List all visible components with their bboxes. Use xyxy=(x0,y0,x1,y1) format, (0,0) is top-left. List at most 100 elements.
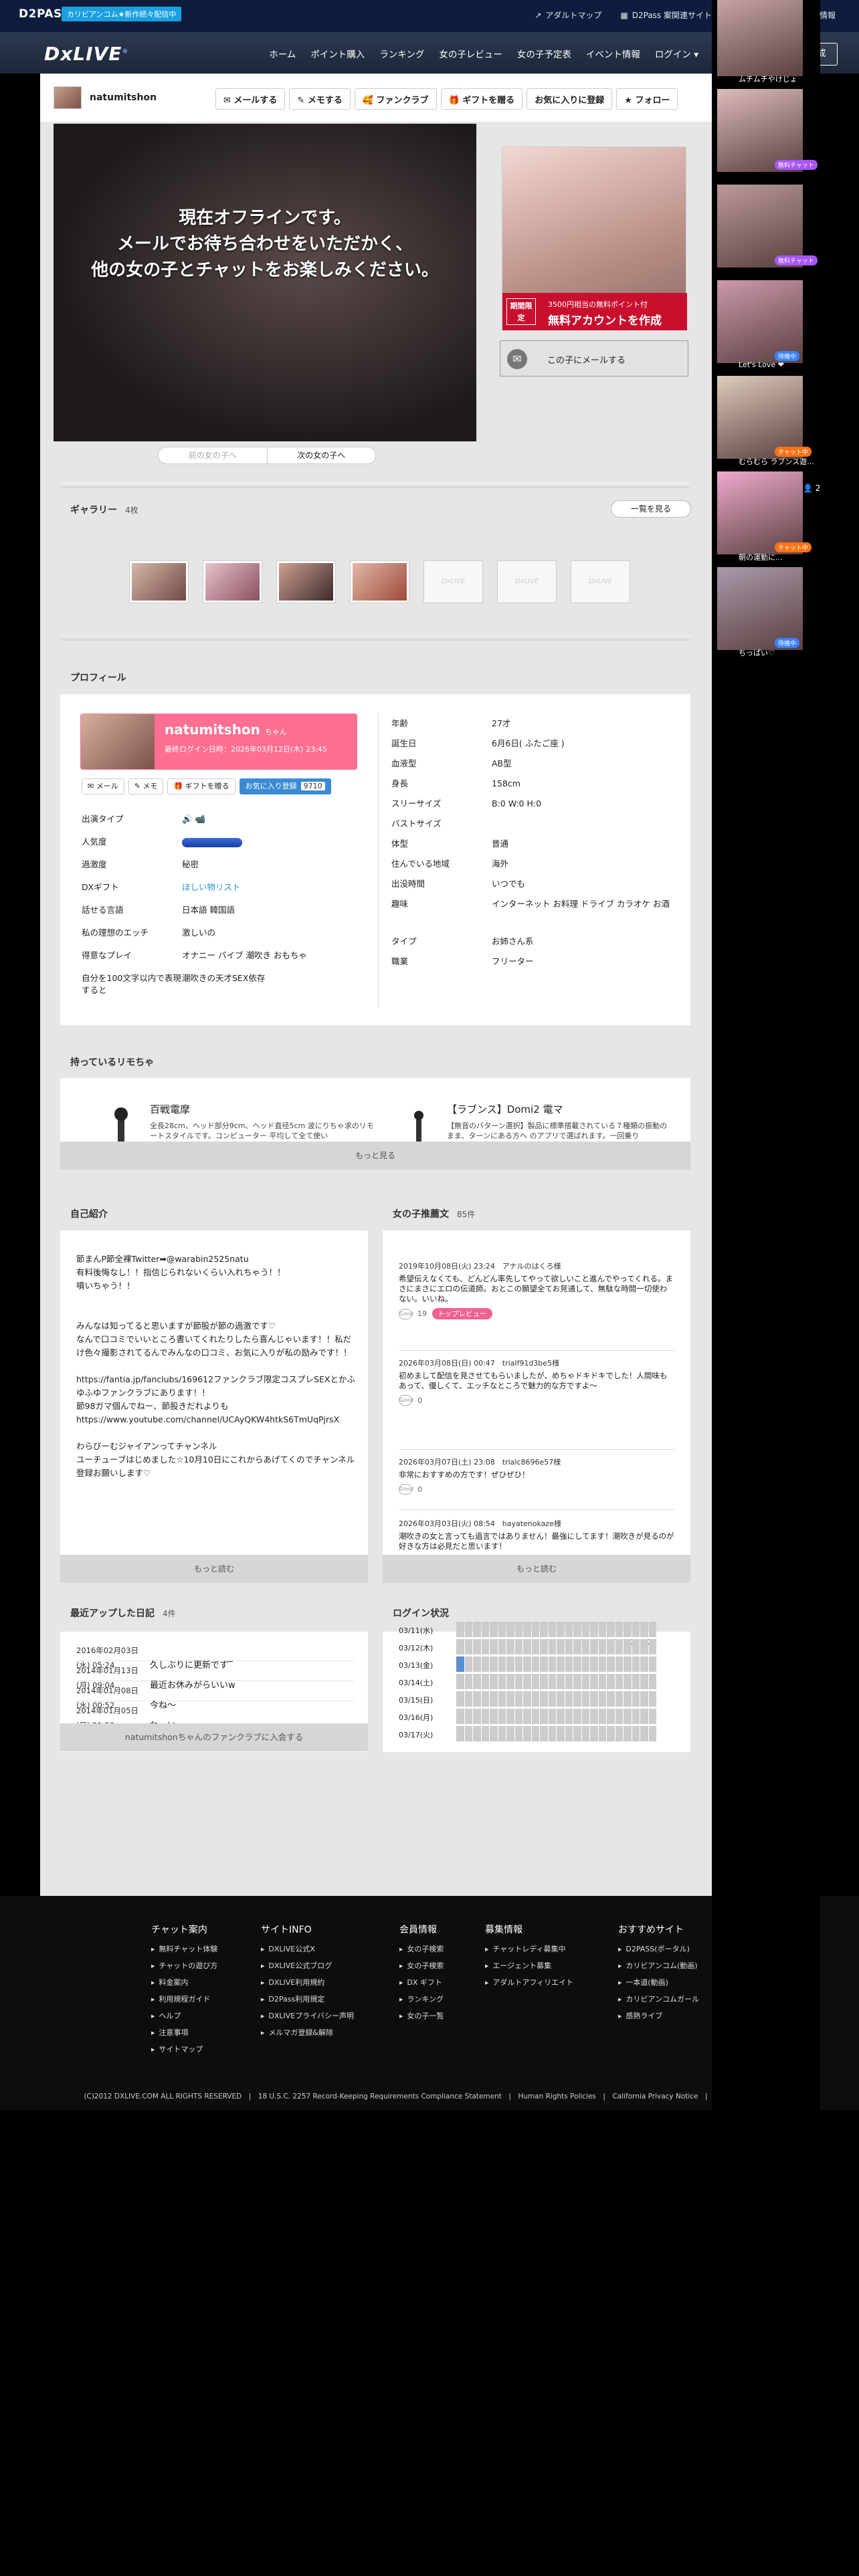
footer-link[interactable]: 感熱ライブ xyxy=(618,2008,699,2025)
reviews-more-button[interactable]: もっと読む xyxy=(383,1555,690,1583)
nav-events[interactable]: イベント情報 xyxy=(586,47,640,60)
fanclub-button[interactable]: 🥰 ファンクラブ xyxy=(354,88,437,110)
next-performer-button[interactable]: 次の女の子へ xyxy=(268,447,376,463)
nav-home[interactable]: ホーム xyxy=(269,47,296,60)
login-cell xyxy=(473,1726,481,1741)
like-icon[interactable]: Good xyxy=(399,1395,413,1406)
footer-link[interactable]: DXLIVEプライバシー声明 xyxy=(261,2008,354,2025)
login-cell xyxy=(506,1691,514,1707)
related-sites-link[interactable]: ▦ D2Pass 案関連サイト xyxy=(620,9,712,21)
footer-link[interactable]: 無料チャット体験 xyxy=(151,1941,217,1958)
footer-link[interactable]: チャットの遊び方 xyxy=(151,1958,217,1975)
prev-performer-button[interactable]: 前の女の子へ xyxy=(159,447,268,463)
nav-login[interactable]: ログイン ▾ xyxy=(655,47,698,60)
footer-link[interactable]: 料金案内 xyxy=(151,1975,217,1992)
d2pass-promo-banner[interactable]: カリビアンコム★新作続々配信中 xyxy=(62,7,182,21)
login-day-label: 03/13(金) xyxy=(399,1661,434,1670)
login-status-title: ログイン状況 xyxy=(393,1608,449,1619)
login-day-label: 03/14(土) xyxy=(399,1679,434,1687)
login-cell xyxy=(573,1622,581,1637)
gallery-view-all-button[interactable]: 一覧を見る xyxy=(611,500,691,518)
footer-link[interactable]: ランキング xyxy=(399,1992,444,2008)
wishlist-link[interactable]: ほしい物リスト xyxy=(182,876,349,899)
sidebar-performer-card[interactable]: 無料チャット xyxy=(717,89,820,180)
nav-ranking[interactable]: ランキング xyxy=(379,47,424,60)
login-cell xyxy=(565,1622,573,1637)
profile-memo-button[interactable]: ✎ メモ xyxy=(128,778,164,794)
profile-row: 身長 158cm xyxy=(391,778,520,788)
sidebar-performer-card[interactable]: 待機中 Let's Love ❤ xyxy=(717,280,820,371)
footer-link[interactable]: D2Pass利用規定 xyxy=(261,1992,354,2008)
d2pass-info-link[interactable]: 情報 xyxy=(820,9,836,21)
profile-mail-button[interactable]: ✉ メール xyxy=(82,778,124,794)
login-cell xyxy=(506,1726,514,1741)
login-cell xyxy=(590,1656,598,1672)
toys-more-button[interactable]: もっと見る xyxy=(60,1142,690,1170)
dxlive-logo[interactable]: DxLIVE® xyxy=(44,43,128,65)
gallery-thumb[interactable] xyxy=(129,560,189,603)
mail-this-girl-button[interactable]: ✉ この子にメールする xyxy=(500,340,688,377)
login-cell xyxy=(648,1726,656,1741)
gift-button[interactable]: 🎁 ギフトを贈る xyxy=(440,88,523,110)
nav-buy-points[interactable]: ポイント購入 xyxy=(310,47,365,60)
footer-link[interactable]: 注意事項 xyxy=(151,2025,217,2042)
footer-link[interactable]: エージェント募集 xyxy=(485,1958,573,1975)
video-player[interactable]: 現在オフラインです。 メールでお待ち合わせをいただかく、 他の女の子とチャットを… xyxy=(54,124,476,441)
login-cell xyxy=(632,1622,640,1637)
footer-link[interactable]: 一本道(動画) xyxy=(618,1975,699,1992)
signup-promo-banner[interactable]: 期間限定 3500円相当の無料ポイント付 無料アカウントを作成 xyxy=(502,146,687,330)
footer-link[interactable]: カリビアンコム(動画) xyxy=(618,1958,699,1975)
footer-link[interactable]: D2PASS(ポータル) xyxy=(618,1941,699,1958)
sidebar-performer-card[interactable]: ムチムチやけじょ xyxy=(717,0,820,84)
login-cell xyxy=(464,1656,472,1672)
adult-map-link[interactable]: ↗ アダルトマップ xyxy=(535,9,601,21)
intro-more-button[interactable]: もっと読む xyxy=(60,1555,368,1583)
footer-link[interactable]: メルマガ登録&解除 xyxy=(261,2025,354,2042)
footer-link[interactable]: 女の子一覧 xyxy=(399,2008,444,2025)
login-day-label: 03/16(月) xyxy=(399,1713,434,1722)
sidebar-performer-card[interactable]: チャット中 むらむら ラブンス遊... xyxy=(717,376,820,467)
gallery-thumb[interactable] xyxy=(276,560,336,603)
favorite-button[interactable]: お気に入りに登録 xyxy=(527,88,613,110)
join-fanclub-button[interactable]: natumitshonちゃんのファンクラブに入会する xyxy=(60,1723,368,1751)
diary-row[interactable]: 2014年01月08日(水) 00:52 今ね〜 xyxy=(76,1683,354,1711)
login-day-label: 03/15(日) xyxy=(399,1696,434,1705)
footer-link[interactable]: チャットレディ募集中 xyxy=(485,1941,573,1958)
footer-link[interactable]: サイトマップ xyxy=(151,2042,217,2058)
like-count: 0 xyxy=(417,1485,422,1494)
sidebar-performer-card[interactable]: 待機中 ちっぱい♡ xyxy=(717,567,820,658)
diary-row[interactable]: 2014年01月13日(月) 09:04 最近お休みがらいいw xyxy=(76,1663,354,1691)
mail-button[interactable]: ✉ メールする xyxy=(215,88,286,110)
footer-link[interactable]: カリビアンコムガール xyxy=(618,1992,699,2008)
footer-link[interactable]: 女の子検索 xyxy=(399,1958,444,1975)
footer-link[interactable]: 女の子検索 xyxy=(399,1941,444,1958)
memo-button[interactable]: ✎ メモする xyxy=(289,88,351,110)
footer-link[interactable]: ヘルプ xyxy=(151,2008,217,2025)
nav-reviews[interactable]: 女の子レビュー xyxy=(439,47,502,60)
login-cell xyxy=(565,1639,573,1654)
login-cell xyxy=(481,1639,489,1654)
login-cell xyxy=(514,1622,522,1637)
footer-link[interactable]: DXLIVE利用規約 xyxy=(261,1975,354,1992)
diary-row[interactable]: 2014年01月05日(日) 21:50わ〜い xyxy=(76,1703,354,1731)
like-icon[interactable]: Good xyxy=(399,1484,413,1495)
gallery-thumb[interactable] xyxy=(350,560,409,603)
footer-link[interactable]: DX ギフト xyxy=(399,1975,444,1992)
sidebar-performer-card[interactable]: 無料チャット xyxy=(717,185,820,276)
like-icon[interactable]: Good xyxy=(399,1308,413,1319)
nav-schedule[interactable]: 女の子予定表 xyxy=(517,47,571,60)
follow-button[interactable]: ★ フォロー xyxy=(616,88,678,110)
gallery-thumb[interactable] xyxy=(203,560,262,603)
profile-gift-button[interactable]: 🎁 ギフトを贈る xyxy=(167,778,235,794)
footer-link[interactable]: DXLIVE公式X xyxy=(261,1941,354,1958)
login-cell xyxy=(498,1622,506,1637)
footer-link[interactable]: 利用規程ガイド xyxy=(151,1992,217,2008)
login-cell xyxy=(615,1639,623,1654)
login-cell xyxy=(598,1726,606,1741)
login-cell xyxy=(598,1656,606,1672)
footer-link[interactable]: アダルトアフィリエイト xyxy=(485,1975,573,1992)
diary-row[interactable]: 2016年02月03日(水) 05:24 久しぶりに更新です ̄ ̄ xyxy=(76,1643,354,1671)
profile-row: 趣味 インターネット お料理 ドライブ カラオケ お酒 xyxy=(391,899,670,909)
profile-favorite-button[interactable]: お気に入り登録 9710 xyxy=(239,778,331,794)
footer-link[interactable]: DXLIVE公式ブログ xyxy=(261,1958,354,1975)
